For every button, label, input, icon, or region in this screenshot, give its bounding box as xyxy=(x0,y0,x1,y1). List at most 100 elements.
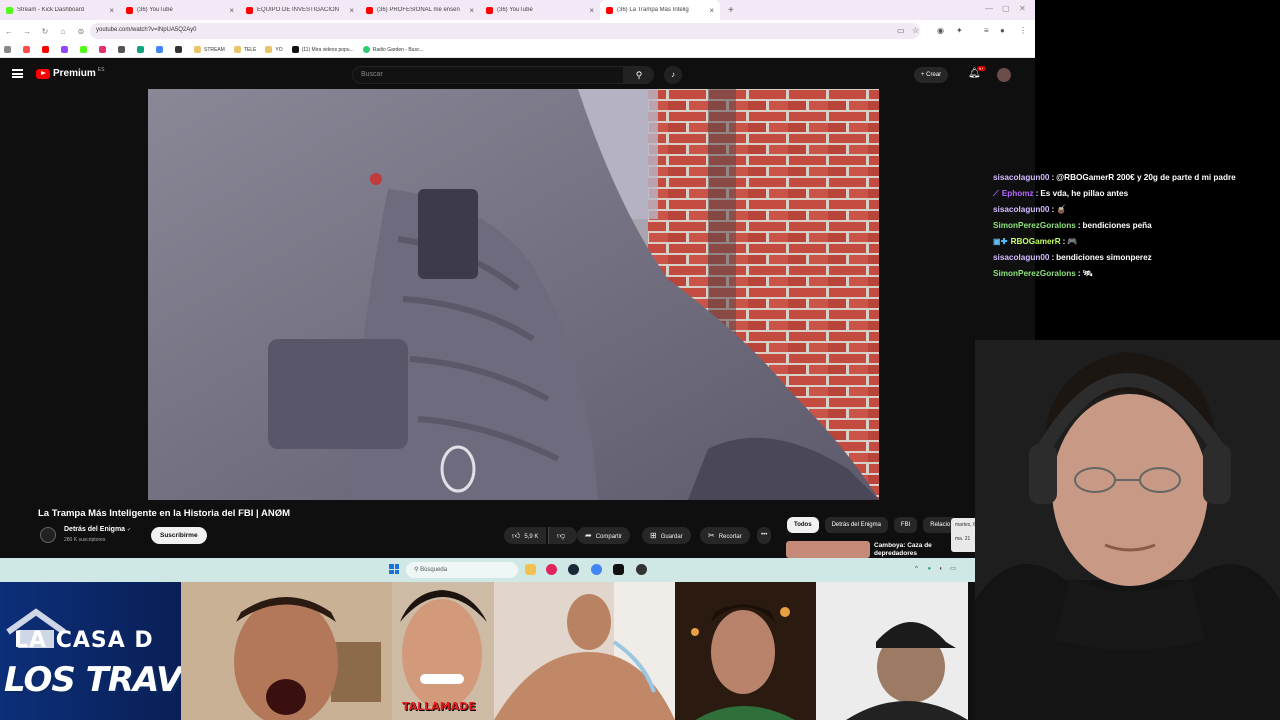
video-frame xyxy=(148,89,879,500)
steam-icon[interactable] xyxy=(568,564,579,575)
thumbnail-hospital xyxy=(494,582,675,720)
media-app-icon[interactable] xyxy=(546,564,557,575)
bookmark-icon-4[interactable] xyxy=(80,46,90,53)
close-icon[interactable]: × xyxy=(349,6,354,15)
dislike-button[interactable]: 👎︎ xyxy=(548,527,578,544)
home-icon[interactable]: ⌂ xyxy=(54,27,72,36)
close-icon[interactable]: × xyxy=(469,6,474,15)
close-icon[interactable]: × xyxy=(709,6,714,15)
browser-menu-icon[interactable]: ⋮ xyxy=(1019,26,1027,35)
bookmark-star-icon[interactable]: ☆ xyxy=(912,26,919,35)
like-button[interactable]: 👍︎ 5,9 K xyxy=(504,527,547,544)
emote-icon: 🧉 xyxy=(1056,205,1067,214)
youtube-logo[interactable]: Premium ES xyxy=(36,67,104,79)
casa-title-line2: LOS TRAVELO xyxy=(4,660,181,700)
bookmark-folder-stream[interactable]: STREAM xyxy=(194,46,225,53)
bookmark-folder-tele[interactable]: TELE xyxy=(233,46,256,53)
youtube-header: Premium ES Buscar ⚲ ♪ + Crear 🔔︎ 9+ xyxy=(0,62,1030,88)
battery-icon[interactable]: ▭ xyxy=(950,566,956,572)
youtube-icon xyxy=(246,6,253,14)
windows-start-icon[interactable] xyxy=(389,564,399,574)
bookmark-icon-7[interactable] xyxy=(137,46,147,53)
thumbs-down-icon: 👎︎ xyxy=(557,531,566,540)
cast-icon[interactable]: ▭ xyxy=(897,26,905,35)
new-tab-button[interactable]: + xyxy=(728,5,734,16)
thumbnail-image xyxy=(816,582,968,720)
chat-username: SimonPerezGoralons xyxy=(993,221,1076,230)
reload-icon[interactable]: ↻ xyxy=(36,27,54,36)
audio-icon[interactable]: ◉ xyxy=(937,26,944,35)
video-player[interactable] xyxy=(148,89,879,500)
profile-icon[interactable]: ● xyxy=(1000,26,1005,35)
chip-todos[interactable]: Todos xyxy=(787,517,819,533)
hamburger-menu-icon[interactable] xyxy=(12,69,23,78)
bookmark-icon-8[interactable] xyxy=(156,46,166,53)
verified-icon: ✓ xyxy=(127,527,132,533)
maximize-icon[interactable]: ▢ xyxy=(1002,4,1010,13)
tab-youtube-2[interactable]: (36) YouTube × xyxy=(480,0,600,20)
chat-badge-icon: ⟋ xyxy=(993,189,999,198)
channel-avatar[interactable] xyxy=(40,527,56,543)
search-input[interactable]: Buscar xyxy=(352,66,624,84)
bookmark-tiktok[interactable]: (11) Mira videos popu... xyxy=(291,46,354,53)
tab-profesional[interactable]: (36) PROFESIONAL me enseñ × xyxy=(360,0,480,20)
avatar[interactable] xyxy=(997,68,1011,82)
close-icon[interactable]: × xyxy=(229,6,234,15)
window-close-icon[interactable]: ✕ xyxy=(1019,4,1026,13)
chat-badge-icon: ▣✚ xyxy=(993,237,1008,246)
obs-icon[interactable] xyxy=(636,564,647,575)
close-icon[interactable]: × xyxy=(109,6,114,15)
browser-toolbar: ← → ↻ ⌂ ⊜ youtube.com/watch?v=lNpUA5Q2Ay… xyxy=(0,20,1035,42)
bookmark-icon-9[interactable] xyxy=(175,46,185,53)
chat-text: bendiciones simonperez xyxy=(1056,253,1152,262)
tab-strip: Stream - Kick Dashboard × (36) YouTube ×… xyxy=(0,0,1035,20)
recommendation-thumbnail[interactable] xyxy=(786,541,870,558)
bookmark-radio-garden[interactable]: Radio Garden - Busc... xyxy=(362,46,424,53)
channel-name[interactable]: Detrás del Enigma ✓ xyxy=(64,526,131,533)
bookmark-icon-6[interactable] xyxy=(118,46,128,53)
back-icon[interactable]: ← xyxy=(0,27,18,36)
close-icon[interactable]: × xyxy=(589,6,594,15)
extensions-icon[interactable]: ✦ xyxy=(956,26,963,35)
create-button[interactable]: + Crear xyxy=(914,67,949,83)
casa-title-line1: LA CASA D xyxy=(14,628,154,653)
search-icon[interactable]: ⚲ xyxy=(624,66,654,84)
bookmark-icon-3[interactable] xyxy=(61,46,71,53)
site-info-icon[interactable]: ⊜ xyxy=(72,27,90,36)
youtube-icon xyxy=(486,6,493,14)
chat-message: sisacolagun00: bendiciones simonperez xyxy=(993,253,1152,262)
more-actions-button[interactable]: ••• xyxy=(757,527,772,544)
bookmark-icon-1[interactable] xyxy=(23,46,33,53)
chat-username: sisacolagun00 xyxy=(993,173,1050,182)
bookmark-icon-5[interactable] xyxy=(99,46,109,53)
chip-channel[interactable]: Detrás del Enigma xyxy=(824,517,888,533)
volume-icon[interactable]: ◖ xyxy=(939,566,943,572)
minimize-icon[interactable]: — xyxy=(985,4,993,13)
bookmark-folder-yo[interactable]: YO xyxy=(265,46,283,53)
bookmark-icon-2[interactable] xyxy=(42,46,52,53)
network-icon[interactable]: ● xyxy=(928,566,932,572)
reading-list-icon[interactable]: ≡ xyxy=(984,26,989,35)
capcut-icon[interactable] xyxy=(613,564,624,575)
clip-button[interactable]: ✂ Recortar xyxy=(700,527,750,544)
forward-icon[interactable]: → xyxy=(18,27,36,36)
subscribe-button[interactable]: Suscribirme xyxy=(151,527,207,544)
tab-active-trampa[interactable]: (36) La Trampa Más Intelig × xyxy=(600,0,720,20)
overlay-thumbnail-strip: LA CASA D LOS TRAVELO TALLAMADE xyxy=(0,582,975,720)
recommendation-title[interactable]: Camboya: Caza de depredadores xyxy=(874,542,954,558)
chip-fbi[interactable]: FBI xyxy=(893,517,918,533)
microphone-icon[interactable]: ♪ xyxy=(664,66,682,84)
tray-chevron-icon[interactable]: ^ xyxy=(915,566,918,572)
apps-icon[interactable] xyxy=(4,46,14,53)
save-button[interactable]: ⊞ Guardar xyxy=(642,527,691,544)
system-tray: ^ ● ◖ ▭ xyxy=(915,565,956,572)
address-bar[interactable]: youtube.com/watch?v=lNpUA5Q2Ay0 xyxy=(90,23,920,39)
share-button[interactable]: ➦ Compartir xyxy=(577,527,631,544)
chrome-icon[interactable] xyxy=(591,564,602,575)
tab-youtube-1[interactable]: (36) YouTube × xyxy=(120,0,240,20)
file-explorer-icon[interactable] xyxy=(525,564,536,575)
taskbar-search-input[interactable]: ⚲ Búsqueda xyxy=(406,562,518,578)
chat-message: ▣✚ RBOGamerR: 🎮 xyxy=(993,237,1078,246)
tab-kick-dashboard[interactable]: Stream - Kick Dashboard × xyxy=(0,0,120,20)
tab-equipo-investigacion[interactable]: EQUIPO DE INVESTIGACIÓN × xyxy=(240,0,360,20)
